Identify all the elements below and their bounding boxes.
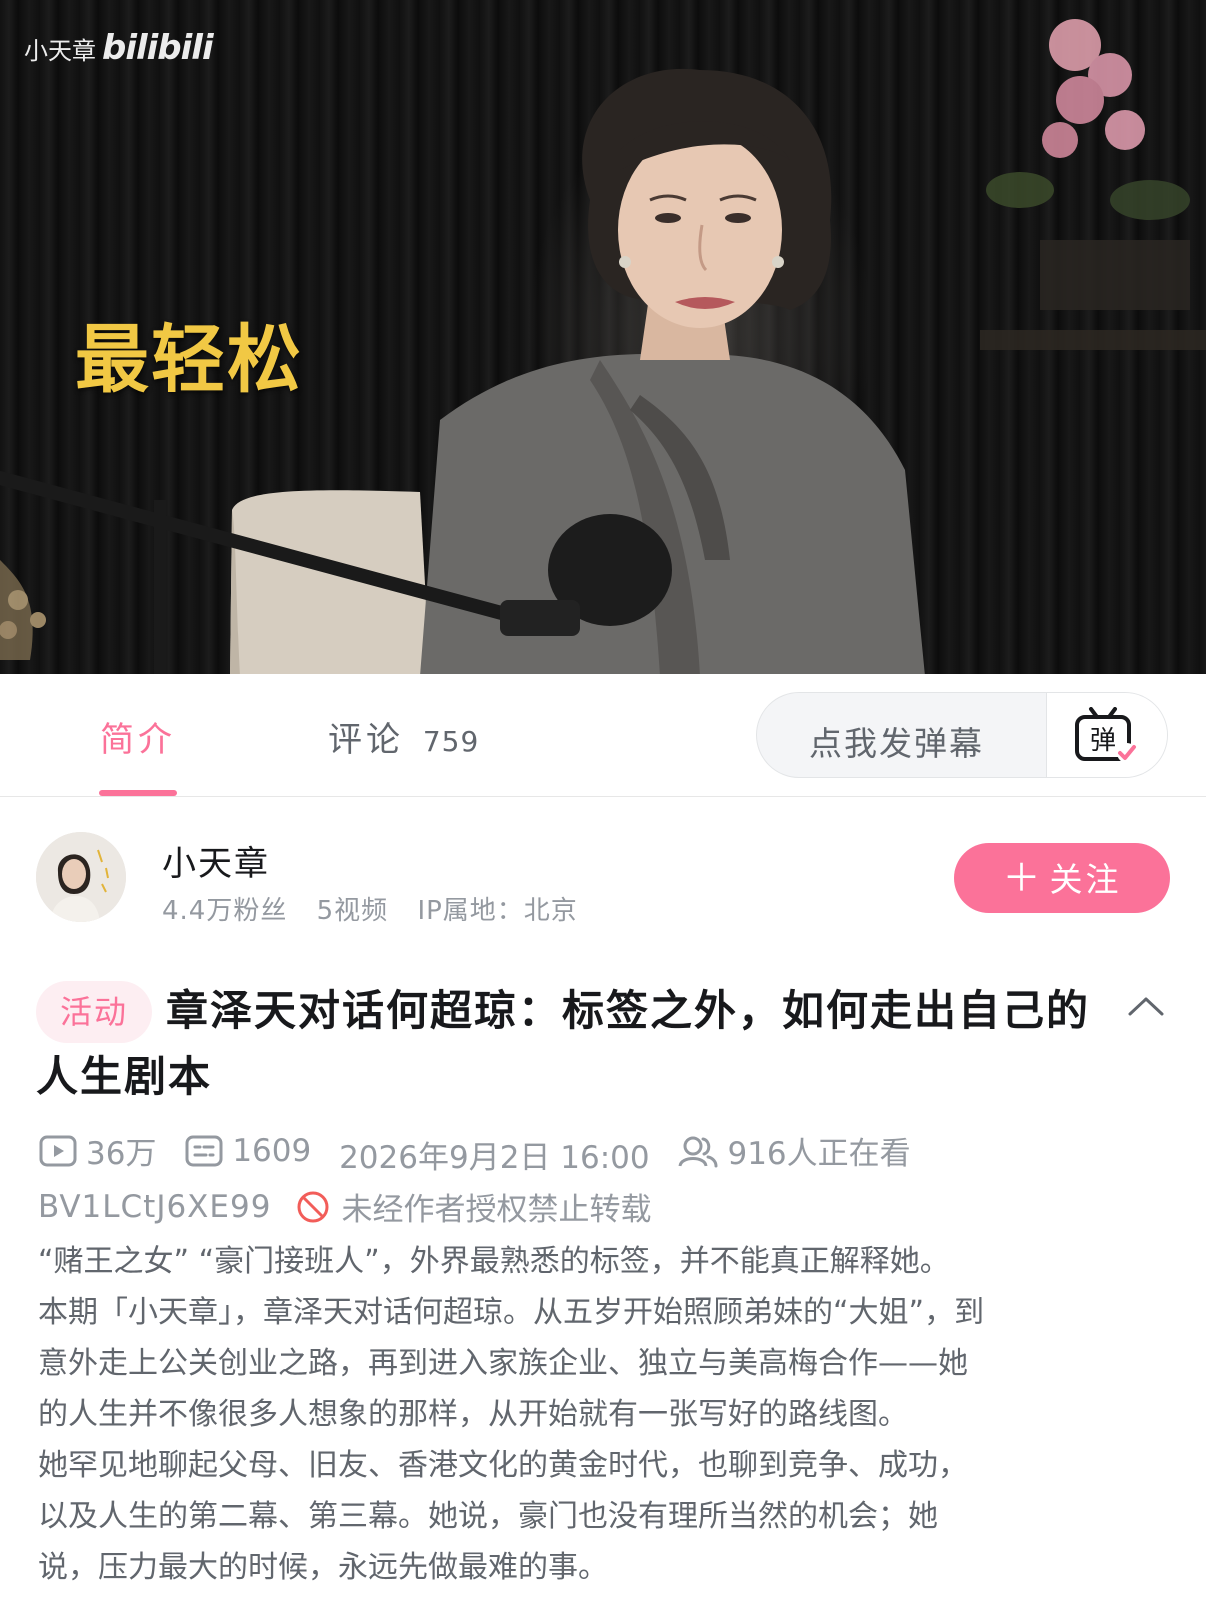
tab-comments-label: 评论: [328, 720, 404, 760]
bilibili-logo: bilibili: [102, 28, 214, 68]
views-stat: 36万: [38, 1128, 156, 1173]
views-count: 36万: [86, 1136, 157, 1172]
video-bvid[interactable]: BV1LCtJ6XE99: [38, 1189, 271, 1225]
publish-time: 2026年9月2日 16:00: [339, 1139, 650, 1176]
tab-intro-label: 简介: [100, 720, 176, 760]
tab-comments[interactable]: 评论 759: [328, 712, 479, 761]
description-line: 她罕见地聊起父母、旧友、香港文化的黄金时代，也聊到竞争、成功，: [38, 1448, 968, 1483]
plus-icon: ＋: [1002, 856, 1044, 900]
follow-button[interactable]: ＋关注: [954, 843, 1170, 913]
svg-text:弹: 弹: [1090, 726, 1116, 756]
video-player[interactable]: 小天章 bilibili 最轻松: [0, 0, 1206, 676]
danmaku-stat: 1609: [184, 1133, 311, 1169]
orchid-decoration: [980, 19, 1206, 350]
description-line: 以及人生的第二幕、第三幕。她说，豪门也没有理所当然的机会；她: [38, 1499, 938, 1534]
tab-bar: 简介 评论 759 点我发弹幕 弹: [0, 676, 1206, 797]
description-line: 说，压力最大的时候，永远先做最难的事。: [38, 1550, 608, 1585]
video-title: 活动 章泽天对话何超琼：标签之外，如何走出自己的人生剧本: [36, 978, 1116, 1110]
video-watermark: 小天章 bilibili: [24, 28, 214, 68]
uploader-name[interactable]: 小天章: [162, 836, 270, 885]
play-count-icon: [39, 1135, 77, 1166]
video-subtitle: 最轻松: [75, 317, 303, 403]
video-description: “赌王之女” “豪门接班人”，外界最熟悉的标签，并不能真正解释她。 本期「小天章…: [38, 1236, 1178, 1593]
copyright-notice: 未经作者授权禁止转载: [341, 1192, 652, 1228]
danmaku-toggle-icon: 弹: [1075, 707, 1137, 763]
watching-count: 916人正在看: [727, 1136, 911, 1172]
danmaku-count-icon: [185, 1135, 223, 1166]
uploader-avatar[interactable]: [36, 832, 126, 922]
video-id-row: BV1LCtJ6XE99 未经作者授权禁止转载: [38, 1184, 651, 1229]
description-line: 本期「小天章」，章泽天对话何超琼。从五岁开始照顾弟妹的“大姐”，到: [38, 1295, 985, 1330]
danmaku-toggle-button[interactable]: 弹: [1046, 693, 1167, 777]
uploader-stats: 4.4万粉丝 5视频 IP属地：北京: [162, 890, 598, 927]
description-line: 的人生并不像很多人想象的那样，从开始就有一张写好的路线图。: [38, 1397, 908, 1432]
danmaku-count: 1609: [232, 1132, 312, 1169]
comments-count: 759: [422, 725, 480, 758]
uploader-fans: 4.4万粉丝: [162, 896, 288, 926]
description-line: “赌王之女” “豪门接班人”，外界最熟悉的标签，并不能真正解释她。: [38, 1244, 950, 1279]
watching-stat: 916人正在看: [677, 1128, 911, 1173]
people-watching-icon: [678, 1136, 718, 1167]
chevron-up-icon[interactable]: [1126, 994, 1166, 1018]
danmaku-input[interactable]: 点我发弹幕 弹: [756, 692, 1168, 778]
follow-label: 关注: [1049, 860, 1122, 899]
watermark-channel: 小天章: [24, 37, 96, 65]
video-title-block: 活动 章泽天对话何超琼：标签之外，如何走出自己的人生剧本: [36, 978, 1116, 1110]
tab-intro[interactable]: 简介: [100, 712, 176, 761]
description-line: 意外走上公关创业之路，再到进入家族企业、独立与美高梅合作——她: [38, 1346, 968, 1381]
video-title-text: 章泽天对话何超琼：标签之外，如何走出自己的人生剧本: [36, 986, 1091, 1101]
video-stats: 36万 1609 2026年9月2日 16:00 916人正在看: [38, 1128, 929, 1177]
uploader-ip: IP属地：北京: [417, 896, 578, 926]
avatar-image: [36, 832, 126, 922]
uploader-videos: 5视频: [316, 896, 389, 926]
danmaku-placeholder: 点我发弹幕: [809, 724, 984, 763]
activity-badge[interactable]: 活动: [36, 981, 153, 1043]
no-repost-icon: [297, 1191, 329, 1222]
tab-active-indicator: [99, 790, 177, 796]
